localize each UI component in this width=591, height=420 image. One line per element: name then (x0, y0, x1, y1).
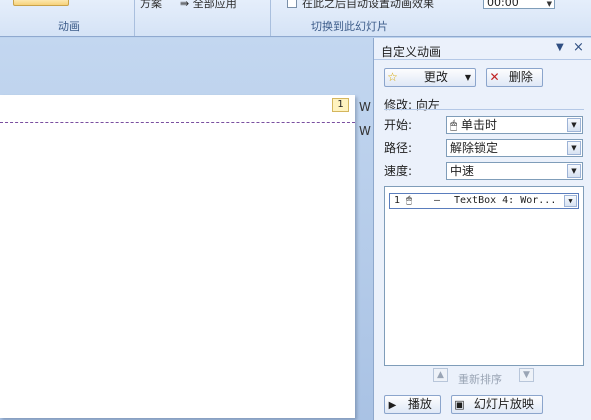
ribbon-separator (270, 0, 271, 36)
chevron-down-icon: ▼ (464, 73, 471, 82)
slideshow-icon: ▣ (454, 398, 465, 411)
advance-time-value: 00:00 (487, 0, 519, 9)
delete-label: 删除 (508, 70, 533, 84)
custom-animation-pane: 自定义动画 ▼ × ☆ 更改 ▼ ✕ 删除 修改: 向左 开始: 🖱 单击时 ▼… (373, 38, 591, 420)
delete-icon: ✕ (489, 70, 500, 84)
spin-down-icon[interactable]: ▼ (547, 0, 552, 10)
pane-menu-icon[interactable]: ▼ (556, 42, 564, 53)
pane-title: 自定义动画 (381, 45, 442, 59)
ribbon-separator (134, 0, 135, 36)
chevron-down-icon[interactable]: ▼ (567, 164, 581, 178)
apply-icon: ⇛ (180, 0, 190, 10)
mouse-icon: 🖱 (450, 118, 458, 132)
speed-select[interactable]: 中速 ▼ (446, 162, 583, 180)
pane-header: 自定义动画 ▼ × (374, 38, 591, 60)
slideshow-button[interactable]: ▣ 幻灯片放映 (451, 395, 543, 414)
advance-time-field[interactable]: 00:00 ▼ (483, 0, 555, 9)
group-animation-label: 动画 (58, 20, 80, 33)
apply-all-label: 全部应用 (192, 0, 237, 10)
auto-advance-label: 在此之后自动设置动画效果 (302, 0, 434, 10)
down-arrow-icon[interactable]: ▼ (519, 368, 534, 382)
animation-order-tag[interactable]: 1 (332, 98, 349, 112)
path-value: 解除锁定 (450, 141, 499, 155)
chevron-down-icon[interactable]: ▼ (564, 195, 577, 207)
change-effect-button[interactable]: ☆ 更改 ▼ (384, 68, 476, 87)
close-icon[interactable]: × (573, 40, 584, 55)
star-icon: ☆ (387, 70, 398, 84)
item-order: 1 (394, 195, 401, 206)
modify-label: 修改: 向左 (384, 98, 440, 112)
speed-label: 速度: (384, 164, 413, 178)
item-effect-indicator: — (434, 195, 441, 206)
slide-canvas[interactable]: 1 (0, 95, 355, 418)
start-label: 开始: (384, 118, 413, 132)
play-button[interactable]: ▶ 播放 (384, 395, 441, 414)
ribbon: 方案 ⇛ 全部应用 在此之后自动设置动画效果 00:00 ▼ 动画 切换到此幻灯… (0, 0, 591, 37)
start-select[interactable]: 🖱 单击时 ▼ (446, 116, 583, 134)
transition-scheme-button[interactable] (13, 0, 69, 6)
play-label: 播放 (407, 397, 432, 411)
mouse-icon: 🖱 (406, 195, 412, 206)
play-icon: ▶ (388, 400, 397, 411)
speed-value: 中速 (450, 164, 475, 178)
slideshow-label: 幻灯片放映 (473, 397, 534, 411)
path-select[interactable]: 解除锁定 ▼ (446, 139, 583, 157)
item-name: TextBox 4: Wor... (454, 195, 557, 206)
up-arrow-icon[interactable]: ▲ (433, 368, 448, 382)
slide-text-fragment: W (359, 100, 371, 114)
list-item[interactable]: 1 🖱 — TextBox 4: Wor... ▼ (389, 193, 579, 209)
motion-path-line[interactable] (0, 122, 355, 123)
slide-workspace: 1 W W (0, 38, 373, 420)
animation-list[interactable]: 1 🖱 — TextBox 4: Wor... ▼ (384, 186, 584, 366)
chevron-down-icon[interactable]: ▼ (567, 118, 581, 132)
divider (384, 109, 584, 110)
path-label: 路径: (384, 141, 413, 155)
change-label: 更改 (423, 70, 448, 84)
auto-advance-checkbox[interactable] (287, 0, 297, 8)
group-transition-label: 切换到此幻灯片 (311, 20, 388, 33)
slide-text-fragment: W (359, 124, 371, 138)
delete-effect-button[interactable]: ✕ 删除 (486, 68, 543, 87)
scheme-label[interactable]: 方案 (140, 0, 162, 11)
apply-all-button[interactable]: ⇛ 全部应用 (180, 0, 237, 11)
start-value: 单击时 (461, 118, 498, 132)
chevron-down-icon[interactable]: ▼ (567, 141, 581, 155)
reorder-label: 重新排序 (458, 373, 502, 386)
